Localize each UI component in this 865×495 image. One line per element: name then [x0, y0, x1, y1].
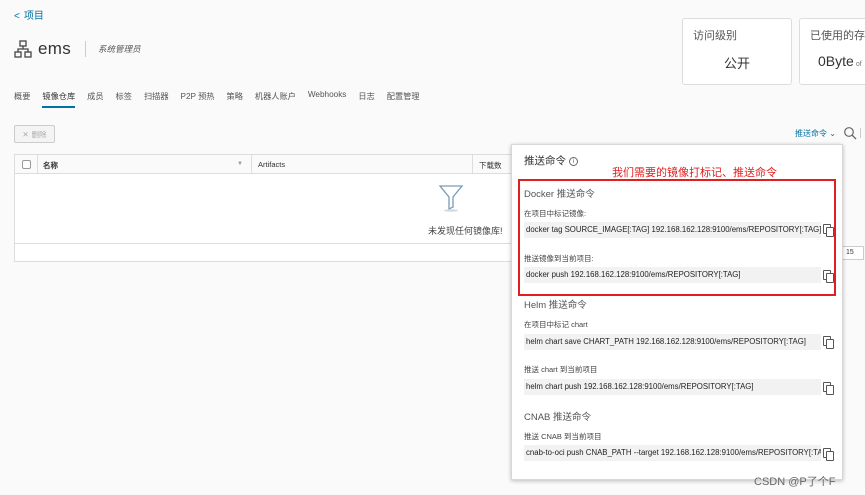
column-name[interactable]: 名称 [43, 160, 58, 171]
storage-value-wrap: 0Byte of [818, 53, 865, 69]
back-link-label: 项目 [23, 11, 44, 22]
select-all-checkbox[interactable] [22, 160, 31, 169]
project-tabs: 概要 镜像仓库 成员 标签 扫描器 P2P 预热 策略 机器人账户 Webhoo… [14, 90, 432, 108]
push-command-label: 推送命令 [795, 129, 827, 138]
header-divider [85, 41, 87, 57]
chevron-down-icon: ⌄ [829, 129, 836, 138]
column-divider [472, 155, 473, 174]
copy-icon[interactable] [823, 448, 834, 461]
docker-push-label: 推送镜像到当前项目: [524, 254, 594, 263]
close-icon: ✕ [22, 129, 29, 139]
empty-state-text: 未发现任何镜像库! [428, 226, 503, 236]
tab-logs[interactable]: 日志 [358, 90, 374, 108]
docker-push-command[interactable]: docker push 192.168.162.128:9100/ems/REP… [524, 267, 821, 283]
tab-webhooks[interactable]: Webhooks [308, 90, 347, 108]
tab-members[interactable]: 成员 [87, 90, 103, 108]
cnab-section-title: CNAB 推送命令 [524, 412, 592, 423]
project-role: 系统管理员 [98, 44, 141, 54]
back-to-projects-link[interactable]: < 项目 [14, 7, 44, 22]
tab-labels[interactable]: 标签 [116, 90, 132, 108]
helm-push-command[interactable]: helm chart push 192.168.162.128:9100/ems… [524, 379, 821, 395]
project-header: ems 系统管理员 [14, 38, 141, 60]
filter-icon[interactable]: ▼ [237, 161, 243, 167]
helm-section-title: Helm 推送命令 [524, 300, 587, 311]
chevron-left-icon: < [14, 11, 20, 22]
helm-push-label: 推送 chart 到当前项目 [524, 365, 598, 374]
tab-p2p-preheat[interactable]: P2P 预热 [181, 90, 215, 108]
watermark: CSDN @P了个F [754, 476, 836, 488]
empty-funnel-icon [438, 185, 464, 212]
annotation-text: 我们需要的镜像打标记、推送命令 [612, 167, 777, 179]
panel-title-wrap: 推送命令 i [524, 153, 578, 168]
access-level-card: 访问级别 公开 [682, 18, 792, 85]
grid-footer-divider [15, 243, 523, 244]
copy-icon[interactable] [823, 270, 834, 283]
delete-button[interactable]: ✕ 删除 [14, 125, 55, 143]
copy-icon[interactable] [823, 336, 834, 349]
docker-section-title: Docker 推送命令 [524, 189, 595, 200]
toolbar-divider [860, 128, 861, 138]
copy-icon[interactable] [823, 382, 834, 395]
delete-label: 删除 [31, 129, 47, 139]
tab-robot-accounts[interactable]: 机器人账户 [255, 90, 296, 108]
cnab-push-command[interactable]: cnab-to-oci push CNAB_PATH --target 192.… [524, 445, 821, 461]
docker-tag-command[interactable]: docker tag SOURCE_IMAGE[:TAG] 192.168.16… [524, 222, 821, 238]
page-size-select[interactable]: 15 [842, 246, 864, 260]
project-name: ems [38, 39, 72, 58]
copy-icon[interactable] [823, 224, 834, 237]
access-level-title: 访问级别 [693, 30, 737, 42]
grid-header: 名称 ▼ Artifacts 下载数 [15, 155, 523, 174]
access-level-value: 公开 [723, 56, 750, 71]
panel-title: 推送命令 [524, 155, 566, 167]
helm-tag-command[interactable]: helm chart save CHART_PATH 192.168.162.1… [524, 334, 821, 350]
column-downloads[interactable]: 下载数 [479, 160, 502, 171]
docker-tag-label: 在项目中标记镜像: [524, 209, 587, 218]
tab-overview[interactable]: 概要 [14, 90, 30, 108]
column-artifacts[interactable]: Artifacts [258, 160, 285, 169]
storage-value: 0Byte [818, 53, 854, 69]
storage-card: 已使用的存储 0Byteof [799, 18, 865, 85]
push-command-panel: 推送命令 i 我们需要的镜像打标记、推送命令 Docker 推送命令 在项目中标记… [511, 144, 843, 480]
tab-repositories[interactable]: 镜像仓库 [42, 90, 76, 108]
storage-of: of [855, 61, 862, 68]
cnab-push-label: 推送 CNAB 到当前项目 [524, 432, 602, 441]
column-divider [251, 155, 252, 174]
tab-scanner[interactable]: 扫描器 [144, 90, 169, 108]
push-command-button[interactable]: 推送命令 ⌄ [795, 128, 836, 139]
project-tree-icon [14, 40, 32, 58]
helm-tag-label: 在项目中标记 chart [524, 320, 588, 329]
info-icon[interactable]: i [569, 157, 578, 166]
column-divider [37, 155, 38, 174]
tab-configuration[interactable]: 配置管理 [387, 90, 420, 108]
tab-policy[interactable]: 策略 [227, 90, 243, 108]
search-icon[interactable] [843, 126, 857, 140]
storage-title: 已使用的存储 [810, 30, 865, 42]
